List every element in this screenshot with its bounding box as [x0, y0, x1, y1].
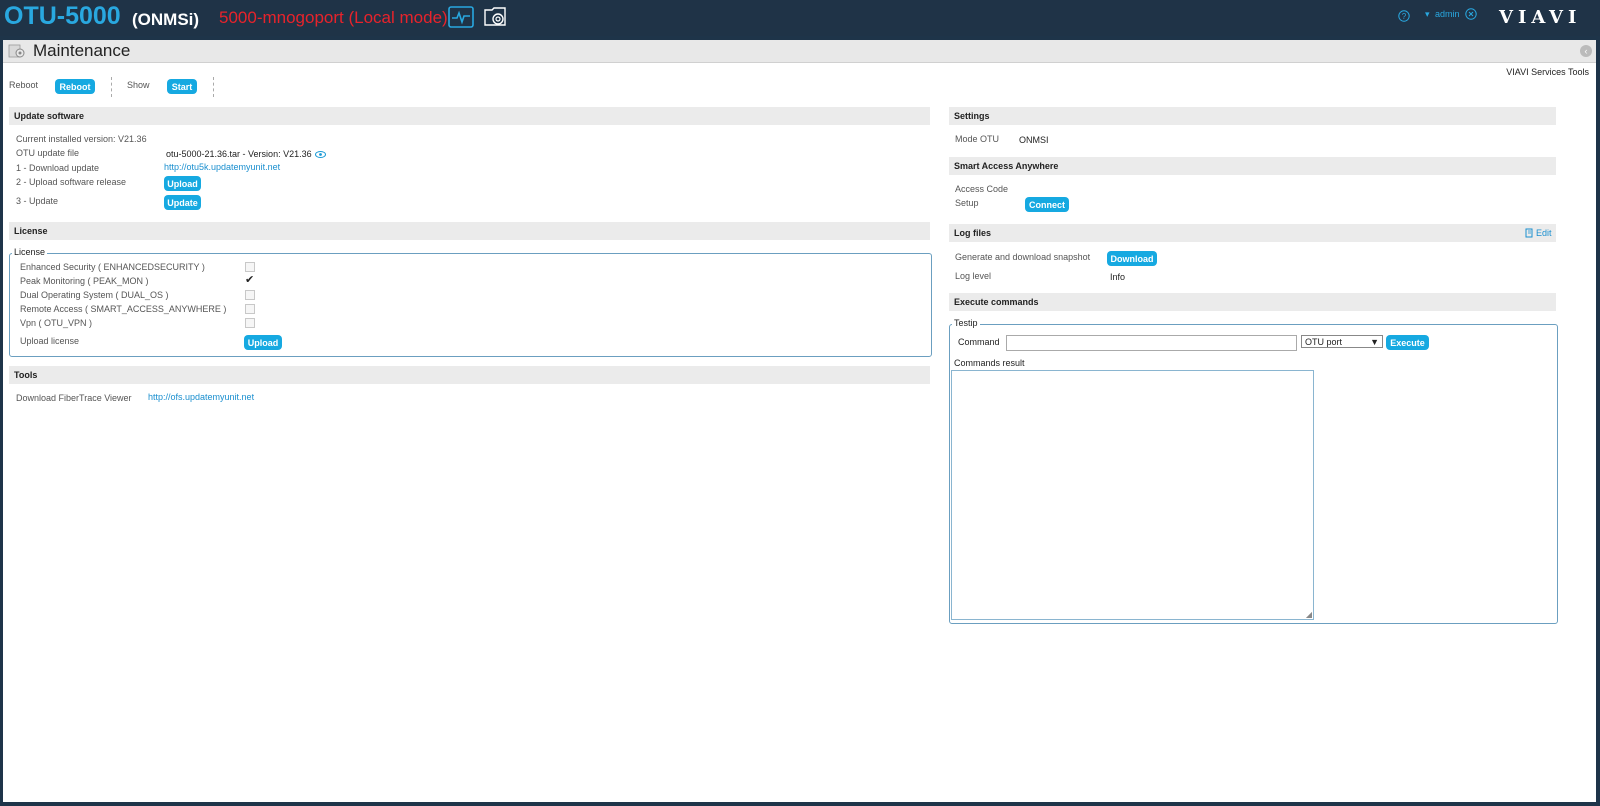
upload-license-button[interactable]: Upload [244, 335, 282, 350]
command-label: Command [958, 337, 1000, 347]
target-select[interactable]: OTU port ▼ [1301, 335, 1383, 348]
settings-section: Settings [949, 107, 1556, 125]
license-checkbox[interactable] [245, 290, 255, 300]
commands-result-output[interactable]: ◢ [951, 370, 1314, 620]
testip-legend: Testip [952, 318, 980, 328]
reboot-label: Reboot [9, 80, 39, 90]
log-level-value: Info [1110, 272, 1126, 282]
download-update-link[interactable]: http://otu5k.updatemyunit.net [164, 162, 280, 172]
command-input[interactable] [1006, 335, 1297, 351]
panel-header: Maintenance ‹ [3, 40, 1596, 63]
unit-name: 5000-mnogoport (Local mode) [219, 8, 448, 27]
execute-button[interactable]: Execute [1386, 335, 1429, 350]
upload-release-button[interactable]: Upload [164, 176, 201, 191]
fibertrace-viewer-label: Download FiberTrace Viewer [16, 393, 132, 403]
upload-license-label: Upload license [20, 336, 80, 346]
product-mode: (ONMSi) [132, 10, 200, 29]
maintenance-icon [8, 43, 26, 59]
edit-icon[interactable] [1525, 228, 1534, 240]
section-title: Log files [954, 228, 992, 238]
execute-commands-section: Execute commands [949, 293, 1556, 311]
target-select-value: OTU port [1305, 337, 1343, 347]
page-title: Maintenance [33, 41, 131, 60]
fibertrace-viewer-link[interactable]: http://ofs.updatemyunit.net [148, 392, 254, 402]
user-menu[interactable]: admin [1435, 9, 1460, 19]
license-item-label: Vpn ( OTU_VPN ) [20, 318, 93, 328]
svg-text:?: ? [1402, 12, 1407, 21]
update-software-section: Update software [9, 107, 930, 125]
update-button[interactable]: Update [164, 195, 201, 210]
log-files-section: Log files [949, 224, 1556, 242]
commands-result-label: Commands result [954, 358, 1025, 368]
monitor-icon[interactable] [448, 5, 474, 29]
resize-handle-icon[interactable]: ◢ [1306, 610, 1312, 619]
update-label: 3 - Update [16, 196, 59, 206]
section-title: Execute commands [954, 297, 1039, 307]
maintenance-panel: Maintenance ‹ VIAVI Services Tools Reboo… [3, 40, 1596, 802]
connect-button[interactable]: Connect [1025, 197, 1069, 212]
collapse-icon[interactable]: ‹ [1580, 45, 1592, 57]
chevron-down-icon: ▼ [1370, 337, 1379, 347]
user-menu-caret-icon[interactable]: ▾ [1425, 9, 1430, 20]
smart-access-section: Smart Access Anywhere [949, 157, 1556, 175]
help-icon[interactable]: ? [1398, 10, 1410, 22]
license-checkbox[interactable] [245, 262, 255, 272]
setup-label: Setup [955, 198, 979, 208]
license-section: License [9, 222, 930, 240]
logout-icon[interactable] [1465, 8, 1477, 22]
update-file-label: OTU update file [16, 148, 80, 158]
section-title: Tools [14, 370, 38, 380]
license-checkbox[interactable] [245, 304, 255, 314]
section-title: Settings [954, 111, 990, 121]
product-name: OTU-5000 [4, 2, 121, 30]
download-snapshot-button[interactable]: Download [1107, 251, 1157, 266]
edit-link[interactable]: Edit [1536, 228, 1552, 238]
license-item-label: Peak Monitoring ( PEAK_MON ) [20, 276, 149, 286]
toolbar-divider [111, 77, 112, 97]
settings-folder-icon[interactable] [483, 5, 509, 29]
license-checkbox-checked[interactable]: ✔ [245, 275, 254, 286]
section-title: License [14, 226, 48, 236]
license-item-label: Enhanced Security ( ENHANCEDSECURITY ) [20, 262, 205, 272]
top-bar: OTU-5000 (ONMSi) 5000-mnogoport (Local m… [0, 0, 1600, 36]
mode-otu-value: ONMSI [1019, 135, 1049, 145]
services-tools-link[interactable]: VIAVI Services Tools [1506, 67, 1589, 77]
upload-release-label: 2 - Upload software release [16, 177, 127, 187]
license-legend: License [12, 247, 48, 257]
toolbar-divider [213, 77, 214, 97]
mode-otu-label: Mode OTU [955, 134, 1000, 144]
eye-icon[interactable] [315, 150, 326, 160]
reboot-button[interactable]: Reboot [55, 79, 95, 94]
current-version: Current installed version: V21.36 [16, 134, 147, 144]
license-item-label: Dual Operating System ( DUAL_OS ) [20, 290, 169, 300]
log-level-label: Log level [955, 271, 992, 281]
snapshot-label: Generate and download snapshot [955, 252, 1091, 262]
start-button[interactable]: Start [167, 79, 197, 94]
section-title: Update software [14, 111, 85, 121]
access-code-label: Access Code [955, 184, 1009, 194]
show-label: Show [127, 80, 150, 90]
tools-section: Tools [9, 366, 930, 384]
update-file-value: otu-5000-21.36.tar - Version: V21.36 [166, 149, 312, 159]
license-checkbox[interactable] [245, 318, 255, 328]
license-item-label: Remote Access ( SMART_ACCESS_ANYWHERE ) [20, 304, 227, 314]
section-title: Smart Access Anywhere [954, 161, 1059, 171]
viavi-logo: VIAVI [1499, 7, 1582, 28]
download-update-label: 1 - Download update [16, 163, 100, 173]
